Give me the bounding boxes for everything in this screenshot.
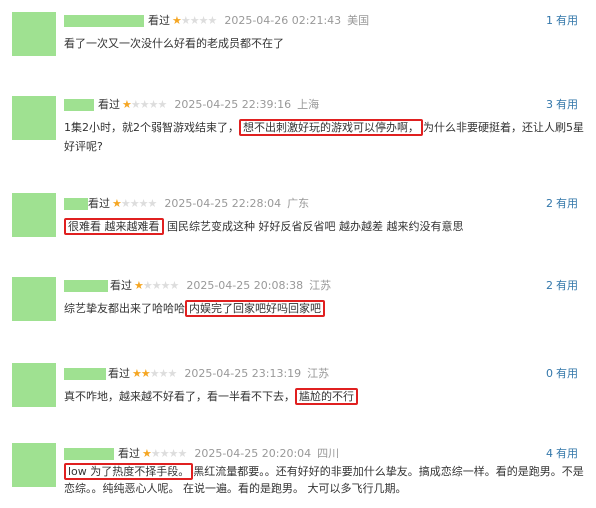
review-content: low 为了热度不择手段。 黑红流量都要。。还有好好的非要加什么挚友。搞成恋综一样… [64,463,584,497]
useful-label: 有用 [556,447,578,460]
avatar[interactable] [12,96,56,140]
useful-count: 3 [546,98,553,111]
highlighted-text: 很难看 越来越难看 [64,218,164,235]
useful-button[interactable]: 0 有用 [546,367,578,381]
content-text: 1集2小时，就2个弱智游戏结束了， [64,121,239,134]
star-icon: ★ [134,279,144,292]
highlighted-text: 想不出刺激好玩的游戏可以停办啊， [239,119,423,136]
star-rating: ★★★★★ [112,197,157,210]
watched-status: 看过 [98,98,120,111]
review-location: 广东 [287,197,310,210]
username[interactable] [64,448,114,460]
useful-count: 0 [546,367,553,380]
username[interactable] [64,15,144,27]
username[interactable] [64,280,108,292]
review-content: 很难看 越来越难看 国民综艺变成这种 好好反省反省吧 越办越差 越来约没有意思 [64,217,584,236]
review-meta: 看过 ★★★★★ 2025-04-26 02:21:43 美国 [148,14,369,28]
review-meta: 看过 ★★★★★ 2025-04-25 22:39:16 上海 [98,98,319,112]
star-rating: ★★★★★ [142,447,187,460]
avatar[interactable] [12,363,56,407]
content-text: 看了一次又一次没什么好看的老成员都不在了 [64,37,284,50]
star-rating: ★★★★★ [132,367,177,380]
review-location: 江苏 [307,367,330,380]
review-location: 四川 [317,447,340,460]
useful-count: 2 [546,197,553,210]
content-text: 真不咋地，越来越不好看了，看一半看不下去， [64,390,295,403]
content-text: 国民综艺变成这种 好好反省反省吧 越办越差 越来约没有意思 [163,220,464,233]
star-icon: ★ [122,98,132,111]
star-rating: ★★★★★ [134,279,179,292]
useful-label: 有用 [556,197,578,210]
useful-label: 有用 [556,367,578,380]
avatar[interactable] [12,12,56,56]
review-content: 1集2小时，就2个弱智游戏结束了， 想不出刺激好玩的游戏可以停办啊， 为什么非要硬挺… [64,118,584,156]
star-icon: ★ [142,447,152,460]
review-meta: 看过 ★★★★★ 2025-04-25 22:28:04 广东 [88,197,309,211]
watched-status: 看过 [88,197,110,210]
star-rating: ★★★★★ [172,14,217,27]
star-icon: ★★ [132,367,151,380]
review-meta: 看过 ★★★★★ 2025-04-25 20:20:04 四川 [118,447,339,461]
review-location: 上海 [297,98,320,111]
useful-button[interactable]: 1 有用 [546,14,578,28]
useful-count: 2 [546,279,553,292]
useful-label: 有用 [556,98,578,111]
review-content: 看了一次又一次没什么好看的老成员都不在了 [64,34,584,53]
review-time: 2025-04-25 22:39:16 [174,98,292,111]
useful-button[interactable]: 4 有用 [546,447,578,461]
review-time: 2025-04-25 20:20:04 [194,447,312,460]
useful-count: 4 [546,447,553,460]
avatar[interactable] [12,277,56,321]
review-time: 2025-04-26 02:21:43 [224,14,342,27]
avatar[interactable] [12,443,56,487]
useful-button[interactable]: 2 有用 [546,197,578,211]
username[interactable] [64,368,106,380]
useful-button[interactable]: 2 有用 [546,279,578,293]
star-icon: ★ [112,197,122,210]
useful-button[interactable]: 3 有用 [546,98,578,112]
useful-label: 有用 [556,14,578,27]
review-time: 2025-04-25 20:08:38 [186,279,304,292]
star-icon: ★ [172,14,182,27]
highlighted-text: low 为了热度不择手段。 [64,463,194,480]
review-meta: 看过 ★★★★★ 2025-04-25 20:08:38 江苏 [110,279,331,293]
avatar[interactable] [12,193,56,237]
star-rating: ★★★★★ [122,98,167,111]
review-meta: 看过 ★★★★★ 2025-04-25 23:13:19 江苏 [108,367,329,381]
review-time: 2025-04-25 23:13:19 [184,367,302,380]
review-content: 真不咋地，越来越不好看了，看一半看不下去， 尴尬的不行 [64,387,584,406]
content-text: 综艺挚友都出来了哈哈哈 [64,302,185,315]
useful-count: 1 [546,14,553,27]
useful-label: 有用 [556,279,578,292]
review-location: 美国 [347,14,370,27]
watched-status: 看过 [108,367,130,380]
username[interactable] [64,99,94,111]
watched-status: 看过 [118,447,140,460]
review-location: 江苏 [309,279,332,292]
username[interactable] [64,198,88,210]
watched-status: 看过 [148,14,170,27]
review-time: 2025-04-25 22:28:04 [164,197,282,210]
review-content: 综艺挚友都出来了哈哈哈 内娱完了回家吧好吗回家吧 [64,299,584,318]
watched-status: 看过 [110,279,132,292]
highlighted-text: 尴尬的不行 [295,388,358,405]
highlighted-text: 内娱完了回家吧好吗回家吧 [185,300,325,317]
